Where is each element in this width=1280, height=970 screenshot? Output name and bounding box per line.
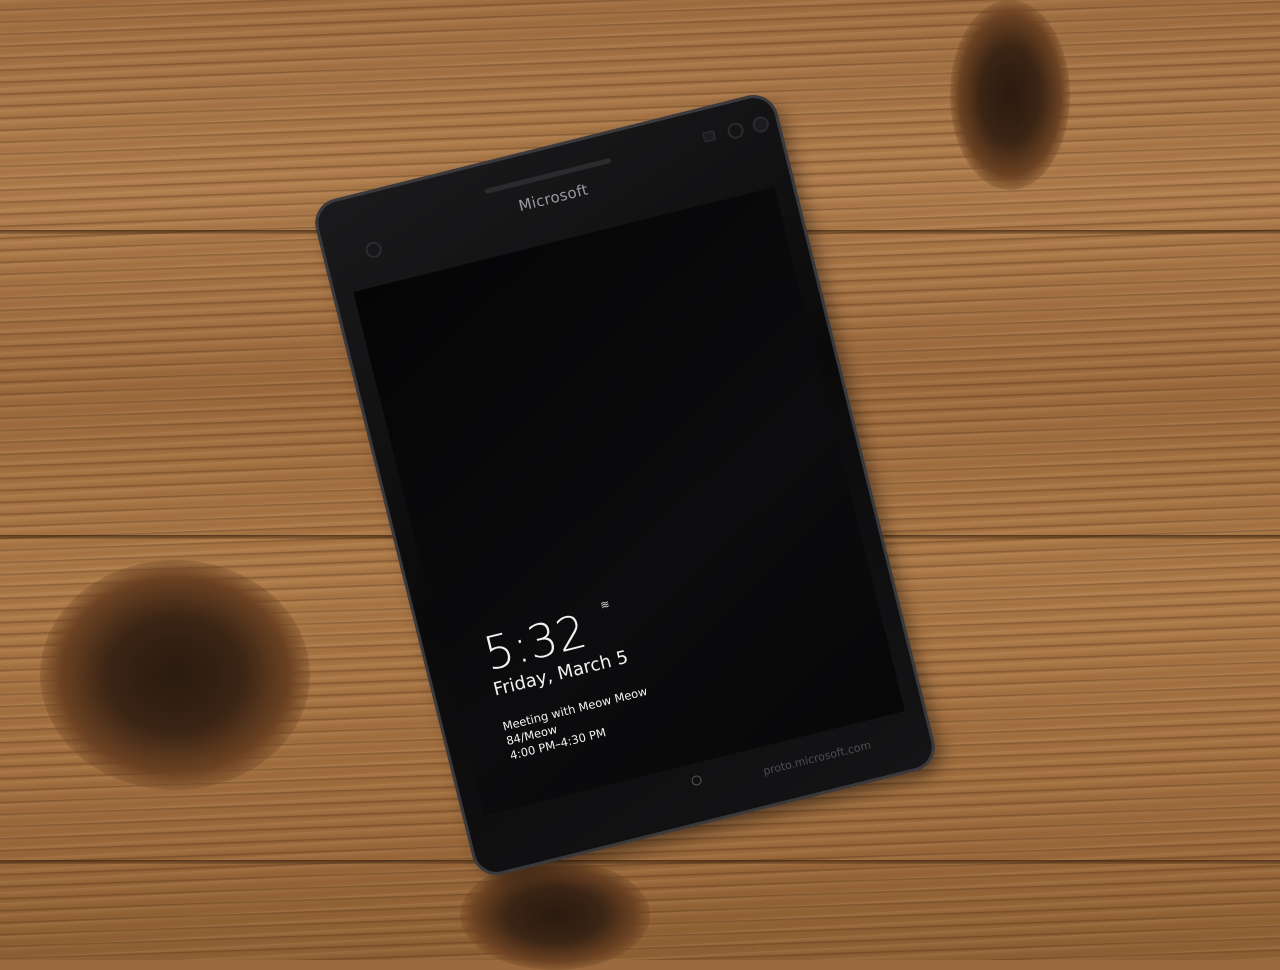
proximity-sensor <box>702 129 717 143</box>
iris-scanner <box>751 114 771 135</box>
wood-knot <box>950 0 1070 190</box>
calendar-event: Meeting with Meow Meow 84/Meow 4:00 PM–4… <box>501 684 656 764</box>
home-sensor <box>690 774 703 787</box>
lock-screen-info: 5:32 ≋ Friday, March 5 Meeting with Meow… <box>478 596 656 764</box>
front-camera-icon <box>725 121 746 141</box>
wood-knot <box>40 560 310 790</box>
plank-seam <box>0 860 1280 864</box>
watermark-text: proto.microsoft.com <box>761 738 873 778</box>
wood-knot <box>460 860 650 970</box>
